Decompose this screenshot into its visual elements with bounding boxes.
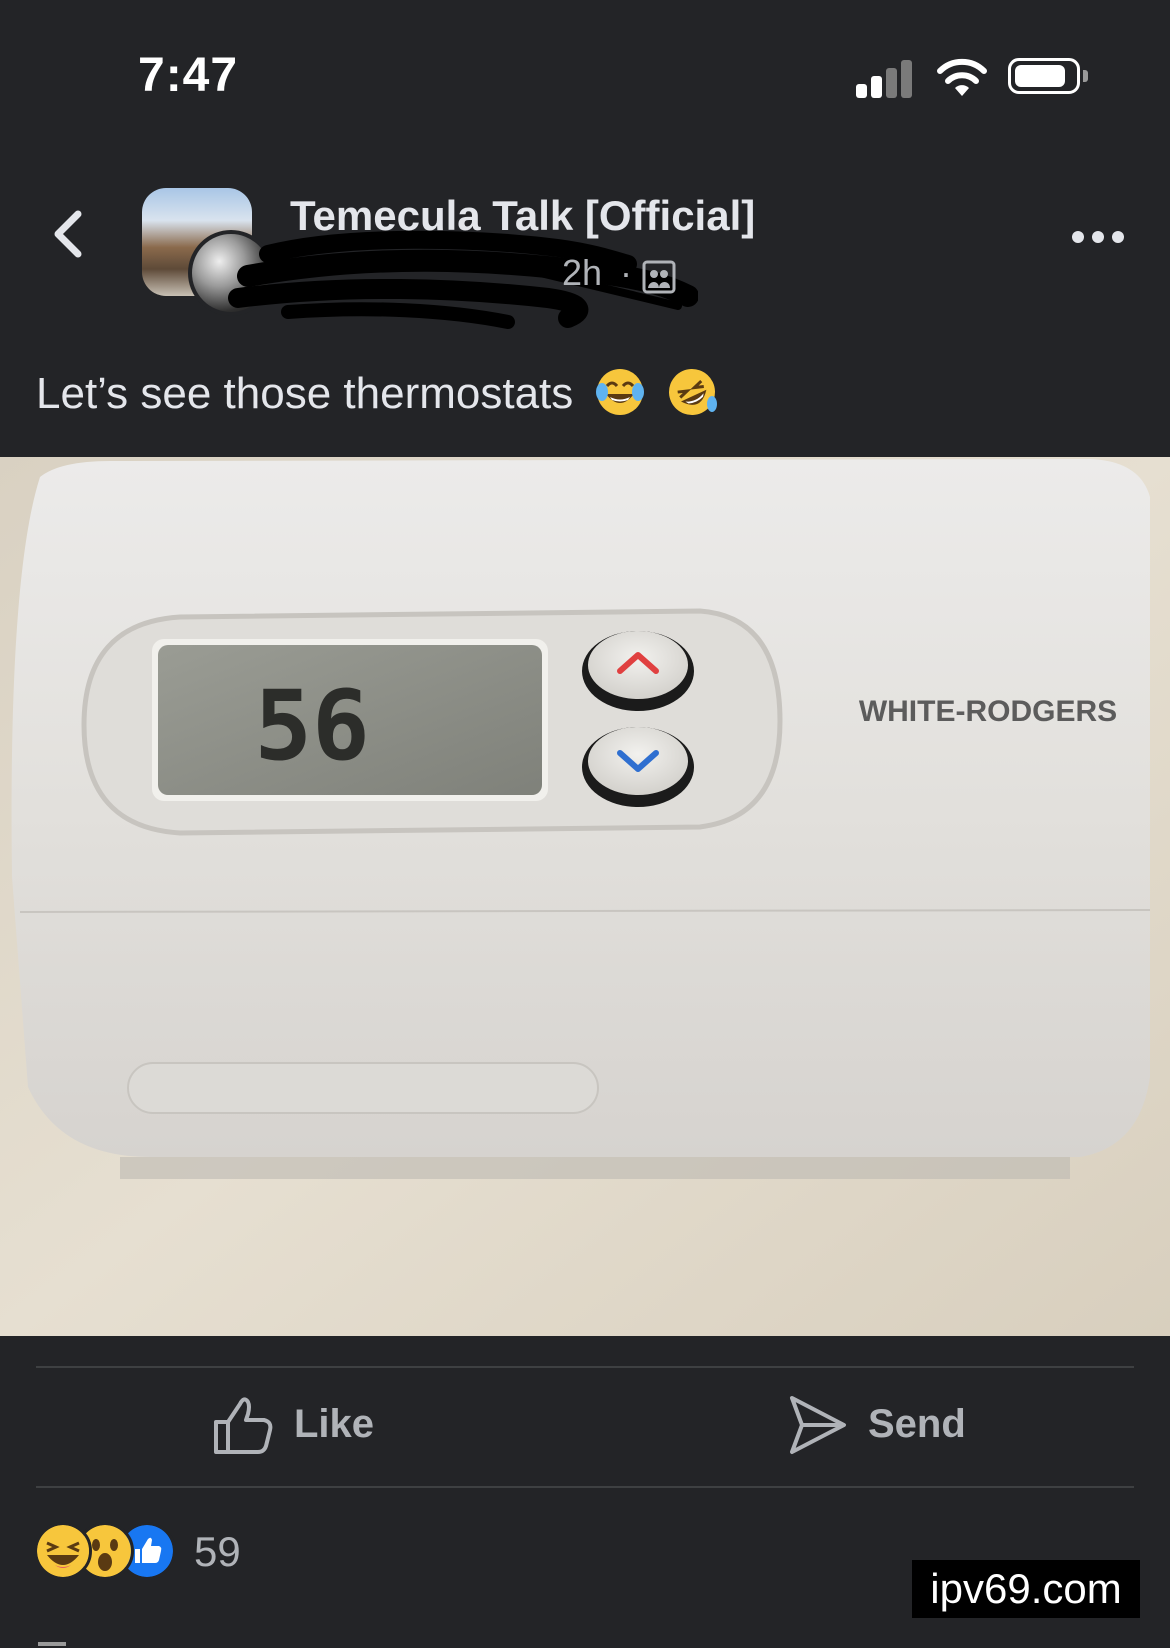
post-time[interactable]: 2h xyxy=(562,252,602,294)
tears-of-joy-emoji-icon xyxy=(595,369,644,415)
post-caption: Let’s see those thermostats xyxy=(36,366,718,419)
rofl-emoji-icon xyxy=(668,369,717,415)
bottom-indicator xyxy=(38,1642,66,1646)
post-header: Temecula Talk [Official] 2h · xyxy=(0,150,1170,330)
group-audience-icon xyxy=(642,260,676,294)
watermark: ipv69.com xyxy=(912,1560,1140,1618)
lcd-value: 56 xyxy=(254,670,370,782)
post-photo[interactable]: 56 WHITE-RODGERS xyxy=(0,457,1170,1336)
back-chevron-icon[interactable] xyxy=(44,204,94,264)
send-button[interactable]: Send xyxy=(788,1390,968,1460)
up-button xyxy=(582,631,694,711)
thumbs-up-icon xyxy=(214,1397,273,1454)
status-time: 7:47 xyxy=(138,49,239,102)
reaction-count: 59 xyxy=(194,1528,241,1575)
reaction-summary[interactable]: 59 xyxy=(34,1522,294,1580)
status-bar: 7:47 xyxy=(0,0,1170,150)
post-screen: 7:47 Temecula Talk [Official] 2h · Let’s… xyxy=(0,0,1170,1648)
like-button[interactable]: Like xyxy=(212,1390,382,1460)
lcd-display: 56 xyxy=(152,639,548,801)
battery-tip xyxy=(1083,70,1088,82)
down-button xyxy=(582,727,694,807)
caption-text: Let’s see those thermostats xyxy=(36,369,574,418)
wifi-icon xyxy=(937,58,987,96)
post-meta: 2h · xyxy=(228,230,710,329)
signal-icon xyxy=(856,58,916,98)
haha-reaction-icon xyxy=(34,1522,92,1580)
meta-separator: · xyxy=(620,252,632,293)
thermostat: 56 WHITE-RODGERS xyxy=(11,459,1151,1179)
send-label: Send xyxy=(868,1402,966,1446)
send-icon xyxy=(790,1396,846,1454)
divider-bottom xyxy=(36,1486,1134,1488)
brand-label: WHITE-RODGERS xyxy=(859,695,1117,728)
like-label: Like xyxy=(294,1402,375,1446)
divider-top xyxy=(36,1366,1134,1368)
battery-icon xyxy=(1008,58,1080,94)
more-dots-icon[interactable] xyxy=(1068,222,1128,252)
